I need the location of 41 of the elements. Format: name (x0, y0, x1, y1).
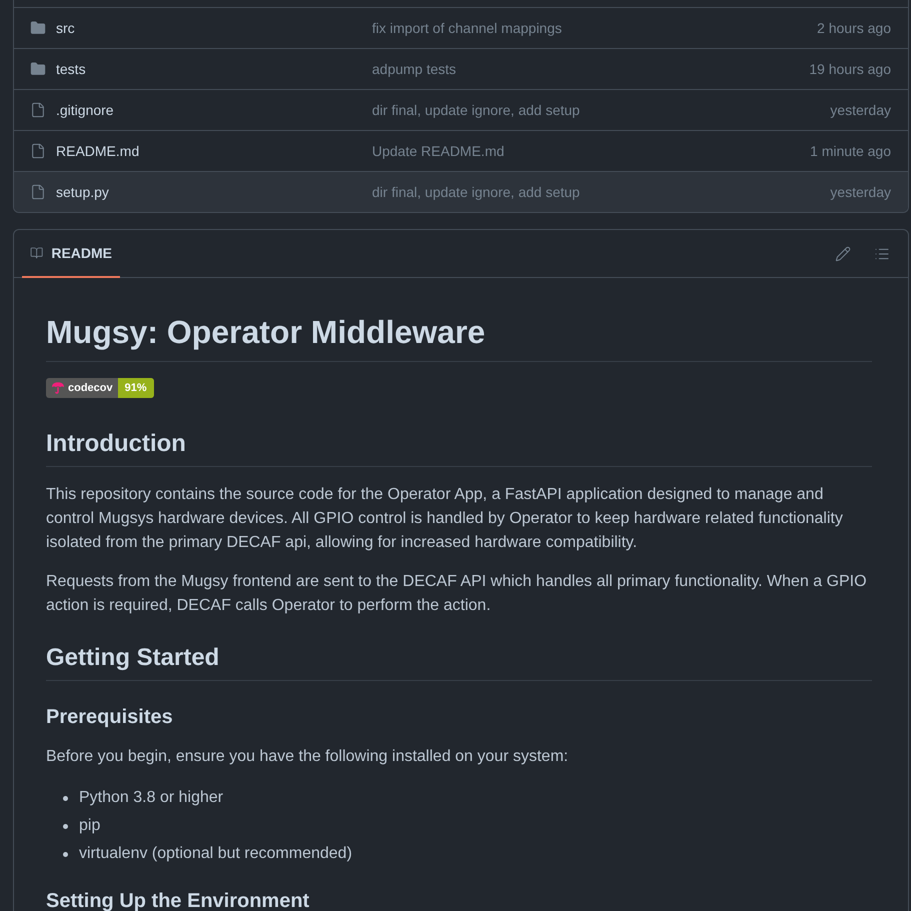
commit-time: yesterday (830, 182, 891, 202)
folder-icon (30, 20, 46, 36)
section-heading: Introduction (46, 429, 872, 467)
file-name[interactable]: .gitignore (56, 100, 114, 120)
list-item: pip (79, 816, 100, 836)
bullet-icon (63, 852, 68, 856)
paragraph: Requests from the Mugsy frontend are sent to the DECAF API which handles all primary functionality. When a GPIO action is required, DECAF calls Operator to perform the action. (46, 572, 868, 616)
file-row[interactable]: setup.py dir final, update ignore, add setup yesterday (14, 171, 908, 212)
bullet-icon (63, 824, 68, 828)
subsection-heading: Setting Up the Environment (46, 891, 310, 911)
subsection-heading: Prerequisites (46, 707, 174, 727)
coverage-badge[interactable]: codecov 91% (46, 378, 154, 398)
badge-label: codecov (68, 381, 113, 396)
commit-message[interactable]: Update README.md (372, 140, 810, 162)
commit-message[interactable]: adpump tests (372, 58, 810, 80)
file-name[interactable]: setup.py (56, 182, 109, 202)
umbrella-icon (51, 382, 65, 394)
file-icon (30, 184, 46, 200)
commit-message[interactable]: dir final, update ignore, add setup (372, 100, 830, 120)
folder-icon (30, 61, 46, 77)
file-icon (30, 102, 46, 118)
file-icon (30, 143, 46, 159)
readme-title: Mugsy: Operator Middleware (46, 312, 872, 362)
bullet-icon (63, 796, 68, 800)
section-heading: Getting Started (46, 643, 872, 681)
pencil-icon[interactable] (835, 246, 851, 262)
commit-time: yesterday (830, 100, 891, 120)
file-name[interactable]: README.md (56, 140, 140, 162)
commit-message[interactable]: fix import of channel mappings (372, 18, 818, 38)
file-name[interactable]: tests (56, 58, 86, 80)
readme-tab[interactable]: README (22, 230, 120, 278)
commit-time: 2 hours ago (817, 18, 891, 38)
commit-time: 19 hours ago (809, 60, 891, 79)
book-icon (30, 245, 44, 261)
badge-value: 91% (118, 378, 154, 398)
list-item: virtualenv (optional but recommended) (79, 844, 352, 864)
commit-time: 1 minute ago (810, 142, 891, 161)
file-name[interactable]: src (56, 18, 75, 38)
paragraph: Before you begin, ensure you have the following installed on your system: (46, 747, 570, 767)
list-item: Python 3.8 or higher (79, 788, 224, 808)
paragraph: This repository contains the source code for the Operator App, a FastAPI application designed to manage and control Mugsys hardware devices. All GPIO control is handled by Operator to keep hardware related functionality isolated from the primary DECAF api, allowing for increased hardware compatibility. (46, 485, 844, 553)
